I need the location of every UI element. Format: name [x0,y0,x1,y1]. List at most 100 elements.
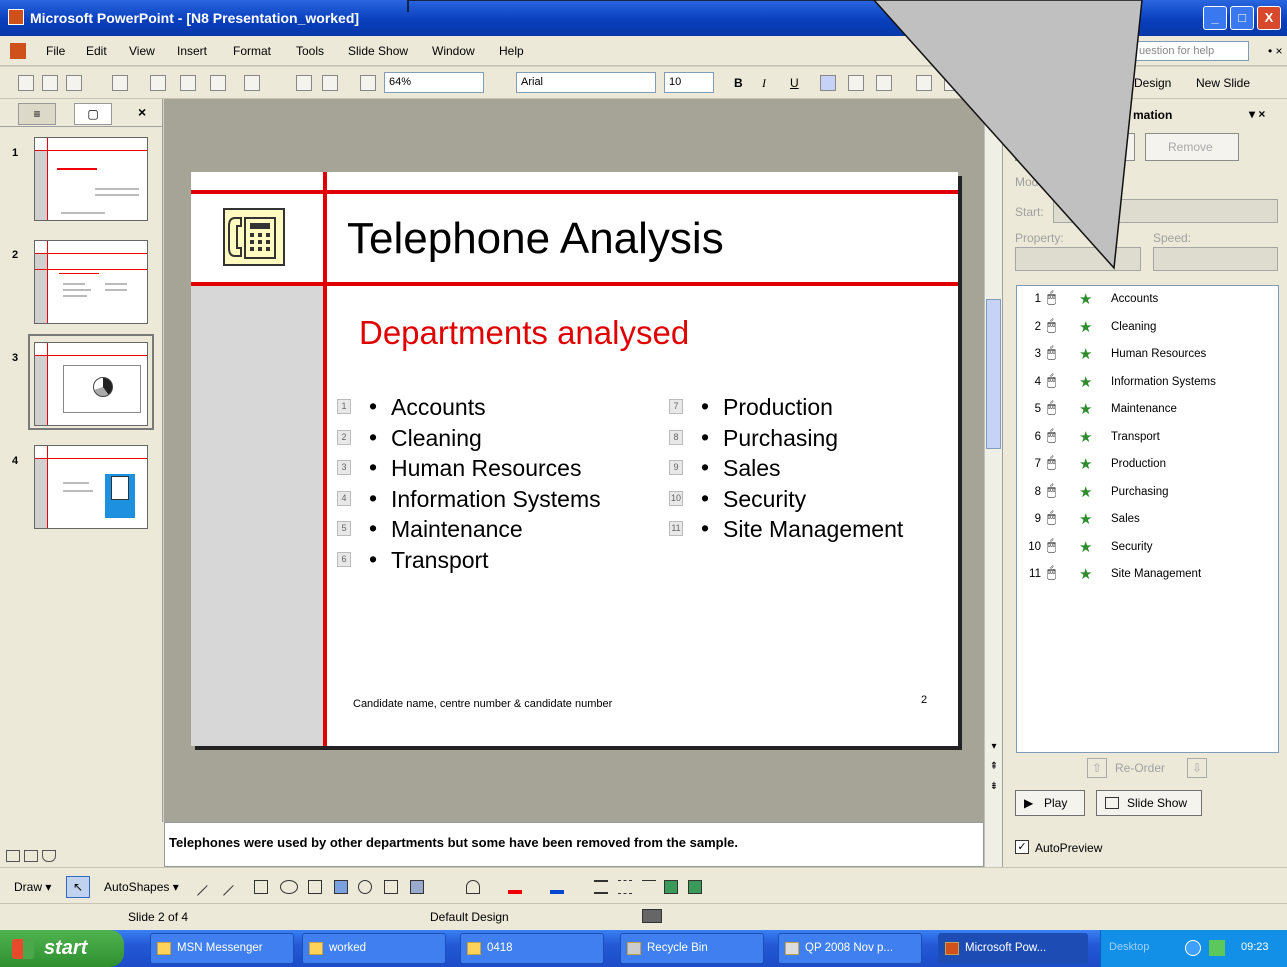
insert-picture-icon[interactable] [410,880,424,894]
add-effect-button[interactable] [1015,133,1135,161]
spelling-status-icon[interactable] [642,909,662,923]
clip-art-icon[interactable] [384,880,398,894]
draw-menu-button[interactable]: Draw ▾ [14,880,51,894]
pane-close-icon[interactable]: × [138,104,146,120]
autopreview-checkbox[interactable]: ✓ [1015,840,1029,854]
desktop-toolbar-label[interactable]: Desktop [1109,941,1149,953]
taskbar-item-powerpoint[interactable]: Microsoft Pow... [938,933,1088,964]
menu-edit[interactable]: Edit [86,44,107,58]
design-button[interactable]: Design [1134,76,1171,90]
rectangle-icon[interactable] [254,880,268,894]
3d-style-icon[interactable] [688,880,702,894]
normal-view-icon[interactable] [6,850,20,862]
menu-view[interactable]: View [129,44,155,58]
move-up-icon[interactable]: ⇧ [1087,758,1107,778]
network-icon[interactable] [1185,940,1201,956]
menu-insert[interactable]: Insert [177,44,207,58]
menu-file[interactable]: File [46,44,65,58]
tab-outline[interactable]: ≡ [18,103,56,125]
document-icon[interactable] [10,43,26,59]
line-color-icon[interactable] [508,880,522,894]
close-button[interactable]: X [1257,6,1281,30]
font-select[interactable]: Arial [516,72,656,93]
task-pane-close-icon[interactable]: ▾ × [1249,107,1265,121]
property-select[interactable] [1015,247,1141,271]
notes-pane[interactable]: Telephones were used by other department… [164,822,984,867]
slide-thumbnail-1[interactable] [34,137,148,221]
paste-icon[interactable] [180,75,196,91]
print-icon[interactable] [112,75,128,91]
bold-button[interactable]: B [734,76,743,90]
slide-thumbnail-4[interactable] [34,445,148,529]
minimize-button[interactable]: _ [1203,6,1227,30]
taskbar-item-qp-2008[interactable]: QP 2008 Nov p... [778,933,922,964]
text-box-icon[interactable] [308,880,322,894]
scroll-down-arrow-icon[interactable]: ▾ [987,739,1001,755]
slide-sorter-view-icon[interactable] [24,850,38,862]
tab-slides[interactable]: ▢ [74,103,112,125]
insert-chart-icon[interactable] [296,75,312,91]
dash-style-icon[interactable] [618,880,632,894]
save-icon[interactable] [66,75,82,91]
align-right-icon[interactable] [876,75,892,91]
fill-color-icon[interactable] [466,880,480,894]
scrollbar-thumb[interactable] [986,299,1001,449]
slide-scrollbar[interactable]: ▾ ⇞ ⇟ [984,99,1002,822]
maximize-button[interactable]: □ [1230,6,1254,30]
powerpoint-app-icon[interactable] [8,9,24,25]
play-button[interactable]: ▶ Play [1015,790,1085,816]
shadow-style-icon[interactable] [664,880,678,894]
select-pointer-icon[interactable]: ↖ [66,876,90,898]
grid-icon[interactable] [360,75,376,91]
underline-button[interactable]: U [790,76,799,90]
slide-show-view-icon[interactable] [42,850,56,862]
slide-footer[interactable]: Candidate name, centre number & candidat… [353,698,612,710]
menu-help[interactable]: Help [499,44,524,58]
menu-slide-show[interactable]: Slide Show [348,44,408,58]
speed-select[interactable] [1153,247,1278,271]
slide-subtitle[interactable]: Departments analysed [359,314,689,352]
document-close-icon[interactable]: • × [1268,44,1283,58]
previous-slide-icon[interactable]: ⇞ [987,759,1001,775]
align-center-icon[interactable] [848,75,864,91]
wordart-icon[interactable] [334,880,348,894]
align-left-icon[interactable] [820,75,836,91]
next-slide-icon[interactable]: ⇟ [987,779,1001,795]
taskbar-item-msn[interactable]: MSN Messenger [150,933,294,964]
taskbar-item-0418[interactable]: 0418 [460,933,604,964]
slide-title[interactable]: Telephone Analysis [347,214,724,264]
animation-list[interactable]: 1 🖱 ★ Accounts 2 🖱 ★ Cleaning 3 🖱 ★ Human Resourc… [1016,285,1279,753]
notes-scrollbar[interactable] [984,822,1002,867]
remove-button[interactable]: Remove [1145,133,1239,161]
oval-icon[interactable] [280,880,298,894]
new-slide-button[interactable]: New Slide [1196,76,1250,90]
line-icon[interactable] [197,885,217,905]
line-style-icon[interactable] [594,880,608,894]
menu-tools[interactable]: Tools [296,44,324,58]
taskbar-item-recycle-bin[interactable]: Recycle Bin [620,933,764,964]
copy-icon[interactable] [150,75,166,91]
diagram-icon[interactable] [358,880,372,894]
menu-window[interactable]: Window [432,44,475,58]
arrow-icon[interactable] [223,885,243,905]
numbering-icon[interactable] [916,75,932,91]
start-select[interactable] [1053,199,1278,223]
new-icon[interactable] [18,75,34,91]
tray-app-icon[interactable] [1209,940,1225,956]
move-down-icon[interactable]: ⇩ [1187,758,1207,778]
open-icon[interactable] [42,75,58,91]
autoshapes-menu-button[interactable]: AutoShapes ▾ [104,880,179,894]
font-size-select[interactable]: 10 [664,72,714,93]
italic-button[interactable]: I [762,76,766,91]
taskbar-item-worked[interactable]: worked [302,933,446,964]
format-painter-icon[interactable] [210,75,226,91]
zoom-select[interactable]: 64% [384,72,484,93]
slide-thumbnail-3[interactable] [34,342,148,426]
insert-table-icon[interactable] [322,75,338,91]
bullets-icon[interactable] [944,75,960,91]
ask-question-input[interactable]: uestion for help [1134,41,1249,61]
undo-icon[interactable] [244,75,260,91]
slide-canvas[interactable]: Telephone Analysis Departments analysed … [191,172,958,746]
slide-thumbnail-2[interactable] [34,240,148,324]
font-color-icon[interactable] [550,880,564,894]
